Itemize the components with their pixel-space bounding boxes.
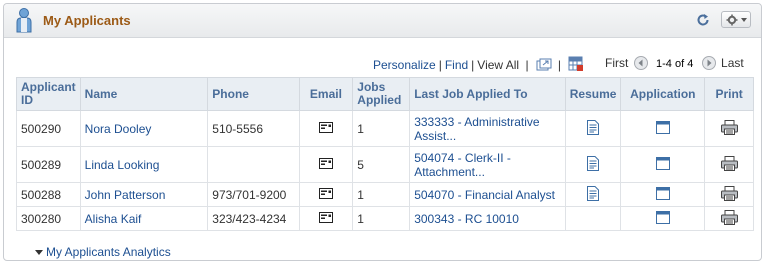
applicant-name-link[interactable]: Nora Dooley	[85, 122, 152, 136]
last-label: Last	[721, 56, 744, 70]
print-icon[interactable]	[720, 185, 738, 204]
print-icon[interactable]	[720, 155, 738, 174]
application-icon[interactable]	[655, 186, 670, 203]
analytics-link[interactable]: My Applicants Analytics	[46, 245, 171, 259]
last-job-link[interactable]: 300343 - RC 10010	[414, 212, 519, 226]
phone-cell	[207, 146, 300, 183]
print-icon[interactable]	[720, 119, 738, 138]
my-applicants-pagelet: My Applicants Personalize | Find | View All …	[3, 3, 762, 261]
jobs-applied-cell: 1	[352, 182, 411, 207]
table-header-row: Applicant ID Name Phone Email Jobs Appli…	[16, 77, 754, 111]
resume-cell-empty	[564, 206, 622, 231]
applicant-name-link[interactable]: Alisha Kaif	[85, 212, 142, 226]
col-email: Email	[298, 77, 354, 111]
zoom-icon[interactable]	[536, 58, 552, 75]
col-phone: Phone	[207, 77, 300, 111]
settings-menu-button[interactable]	[721, 11, 751, 28]
col-last-job: Last Job Applied To	[409, 77, 566, 111]
table-row: 500290 Nora Dooley 510-5556 1 333333 - A…	[16, 110, 754, 147]
table-row: 500289 Linda Looking 5 504074 - Clerk-II…	[16, 146, 754, 183]
applicants-analytics-toggle[interactable]: My Applicants Analytics	[35, 244, 171, 259]
pagelet-title: My Applicants	[43, 13, 131, 28]
last-job-link[interactable]: 504074 - Clerk-II - Attachment...	[414, 151, 511, 179]
download-spreadsheet-icon[interactable]	[568, 56, 584, 75]
jobs-applied-cell: 1	[352, 110, 411, 147]
resume-icon[interactable]	[587, 185, 600, 204]
phone-cell: 510-5556	[207, 110, 300, 147]
gear-icon	[726, 14, 747, 26]
find-link[interactable]: Find	[445, 58, 468, 72]
person-icon	[13, 7, 35, 33]
col-name: Name	[79, 77, 209, 111]
resume-icon[interactable]	[587, 155, 600, 174]
application-icon[interactable]	[655, 120, 670, 137]
email-icon[interactable]	[318, 121, 333, 136]
pagelet-header: My Applicants	[4, 4, 761, 38]
applicant-name-link[interactable]: Linda Looking	[85, 158, 160, 172]
print-icon[interactable]	[720, 209, 738, 228]
caret-down-icon	[35, 244, 43, 258]
email-icon[interactable]	[318, 157, 333, 172]
applicant-id-cell: 500290	[16, 110, 81, 147]
jobs-applied-cell: 1	[352, 206, 411, 231]
jobs-applied-cell: 5	[352, 146, 411, 183]
personalize-link[interactable]: Personalize	[373, 58, 436, 72]
col-application: Application	[620, 77, 706, 111]
resume-icon[interactable]	[587, 119, 600, 138]
pagination: First 1-4 of 4 Last	[605, 56, 744, 73]
col-print: Print	[704, 77, 754, 111]
table-row: 300280 Alisha Kaif 323/423-4234 1 300343…	[16, 206, 754, 231]
row-counter: 1-4 of 4	[656, 58, 694, 70]
refresh-icon[interactable]	[696, 13, 710, 27]
application-icon[interactable]	[655, 156, 670, 173]
email-icon[interactable]	[318, 211, 333, 226]
previous-page-icon[interactable]	[633, 56, 648, 73]
applicants-table: Applicant ID Name Phone Email Jobs Appli…	[16, 77, 754, 231]
applicant-id-cell: 300280	[16, 206, 81, 231]
col-jobs-applied: Jobs Applied	[352, 77, 411, 111]
application-icon[interactable]	[655, 210, 670, 227]
table-row: 500288 John Patterson 973/701-9200 1 504…	[16, 182, 754, 207]
first-label: First	[605, 56, 629, 70]
applicant-id-cell: 500289	[16, 146, 81, 183]
applicant-name-link[interactable]: John Patterson	[85, 188, 166, 202]
phone-cell: 973/701-9200	[207, 182, 300, 207]
grid-toolbar: Personalize | Find | View All | |	[373, 56, 584, 75]
col-resume: Resume	[564, 77, 622, 111]
applicant-id-cell: 500288	[16, 182, 81, 207]
email-icon[interactable]	[318, 187, 333, 202]
last-job-link[interactable]: 333333 - Administrative Assist...	[414, 115, 539, 143]
view-all-link[interactable]: View All	[477, 58, 519, 72]
last-job-link[interactable]: 504070 - Financial Analyst	[414, 188, 555, 202]
phone-cell: 323/423-4234	[207, 206, 300, 231]
col-applicant-id: Applicant ID	[16, 77, 81, 111]
next-page-icon[interactable]	[701, 56, 716, 73]
